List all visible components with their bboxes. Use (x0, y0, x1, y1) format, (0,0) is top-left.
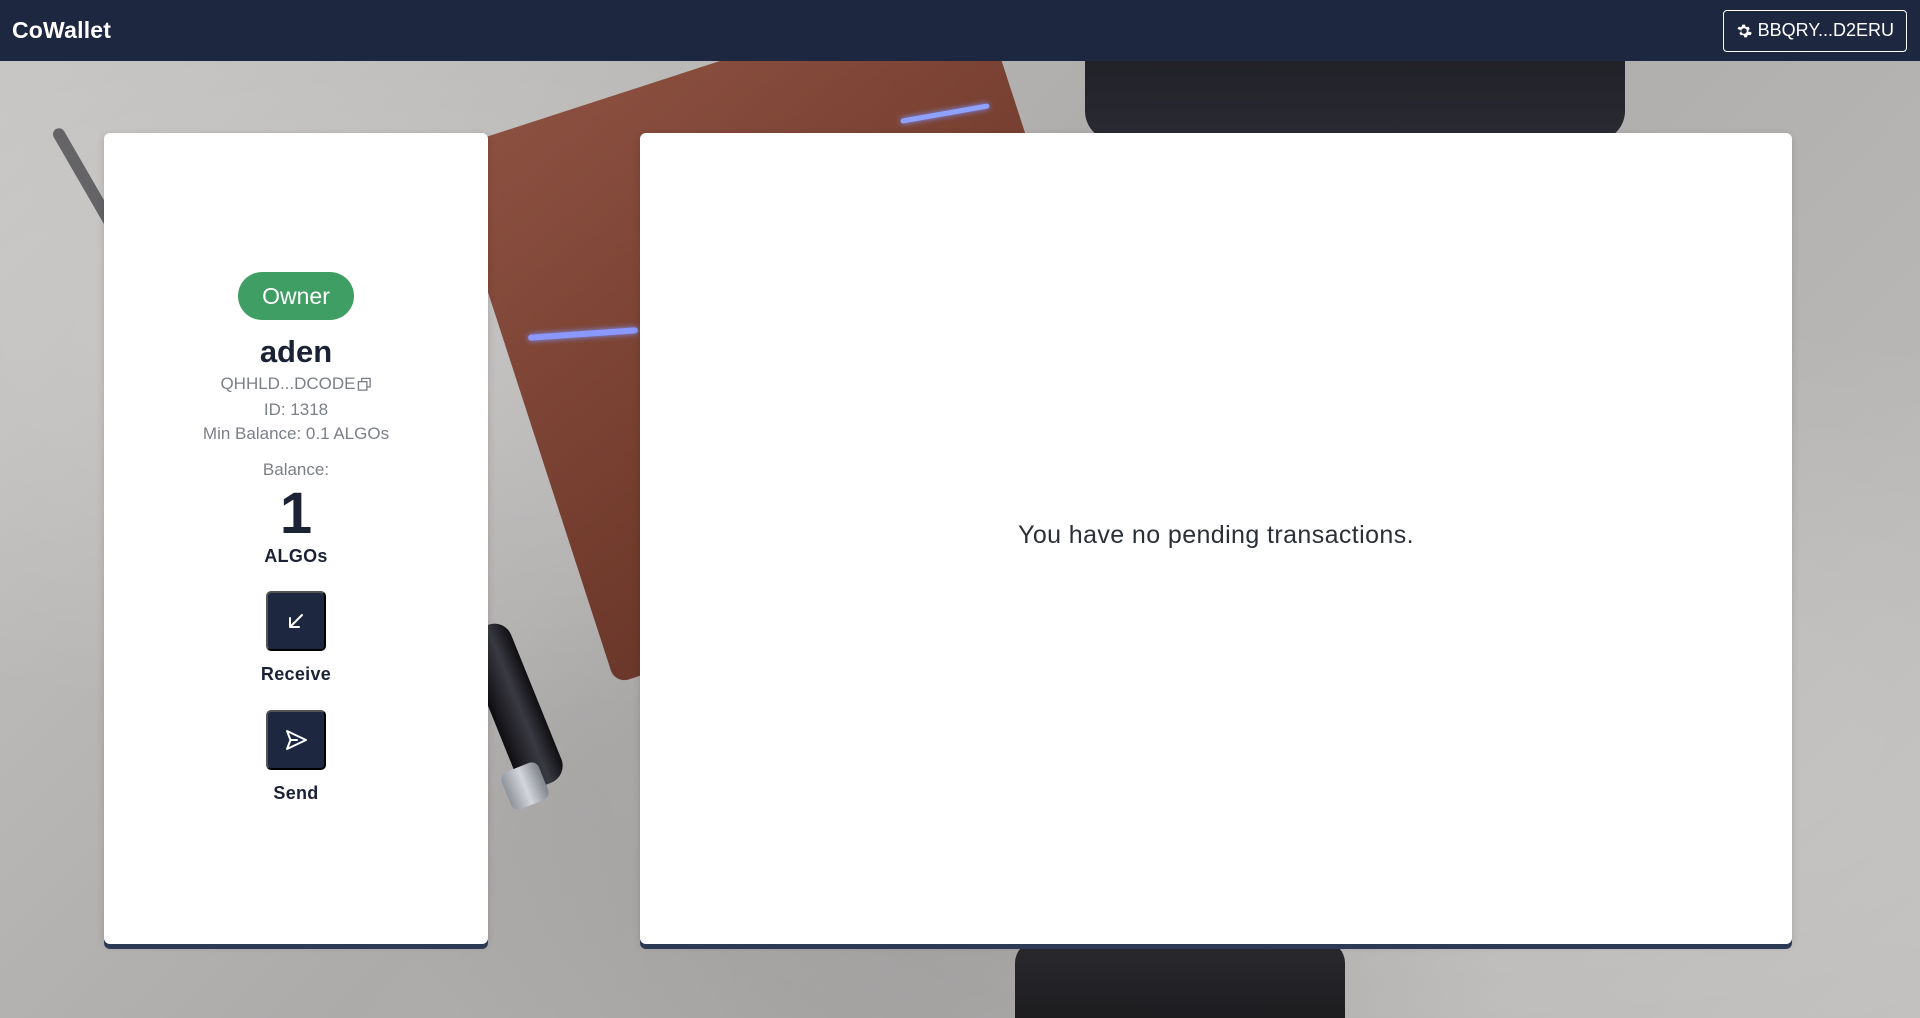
balance-label: Balance: (262, 460, 330, 479)
background-phone (1085, 61, 1625, 141)
receive-label: Receive (260, 664, 332, 684)
wallet-min-balance: Min Balance: 0.1 ALGOs (202, 424, 390, 443)
pending-transactions-card: You have no pending transactions. (640, 133, 1792, 944)
copy-icon[interactable] (357, 377, 372, 392)
balance-unit: ALGOs (264, 546, 328, 566)
wallet-name: aden (259, 334, 333, 369)
wallet-id: ID: 1318 (263, 400, 329, 419)
receive-action: Receive (261, 591, 331, 685)
send-action: Send (266, 710, 326, 804)
send-button[interactable] (266, 710, 326, 770)
background-watch (1015, 941, 1345, 1018)
send-icon (286, 730, 307, 750)
account-settings-button[interactable]: BBQRY...D2ERU (1722, 9, 1907, 52)
balance-value: 1 (279, 481, 313, 546)
wallet-address[interactable]: QHHLD...DCODE (220, 374, 371, 394)
account-address-label: BBQRY...D2ERU (1757, 20, 1894, 40)
arrow-down-left-icon (289, 614, 303, 628)
wallet-summary-card: Owner aden QHHLD...DCODE ID: 1318 Min Ba… (104, 133, 488, 944)
receive-button[interactable] (266, 591, 326, 651)
wallet-address-text: QHHLD...DCODE (220, 374, 356, 393)
empty-transactions-message: You have no pending transactions. (1018, 521, 1414, 549)
brand-logo[interactable]: CoWallet (12, 17, 111, 44)
top-navbar: CoWallet BBQRY...D2ERU (0, 0, 1920, 61)
gear-icon (1737, 24, 1752, 37)
send-label: Send (273, 783, 319, 803)
role-badge: Owner (238, 272, 354, 320)
